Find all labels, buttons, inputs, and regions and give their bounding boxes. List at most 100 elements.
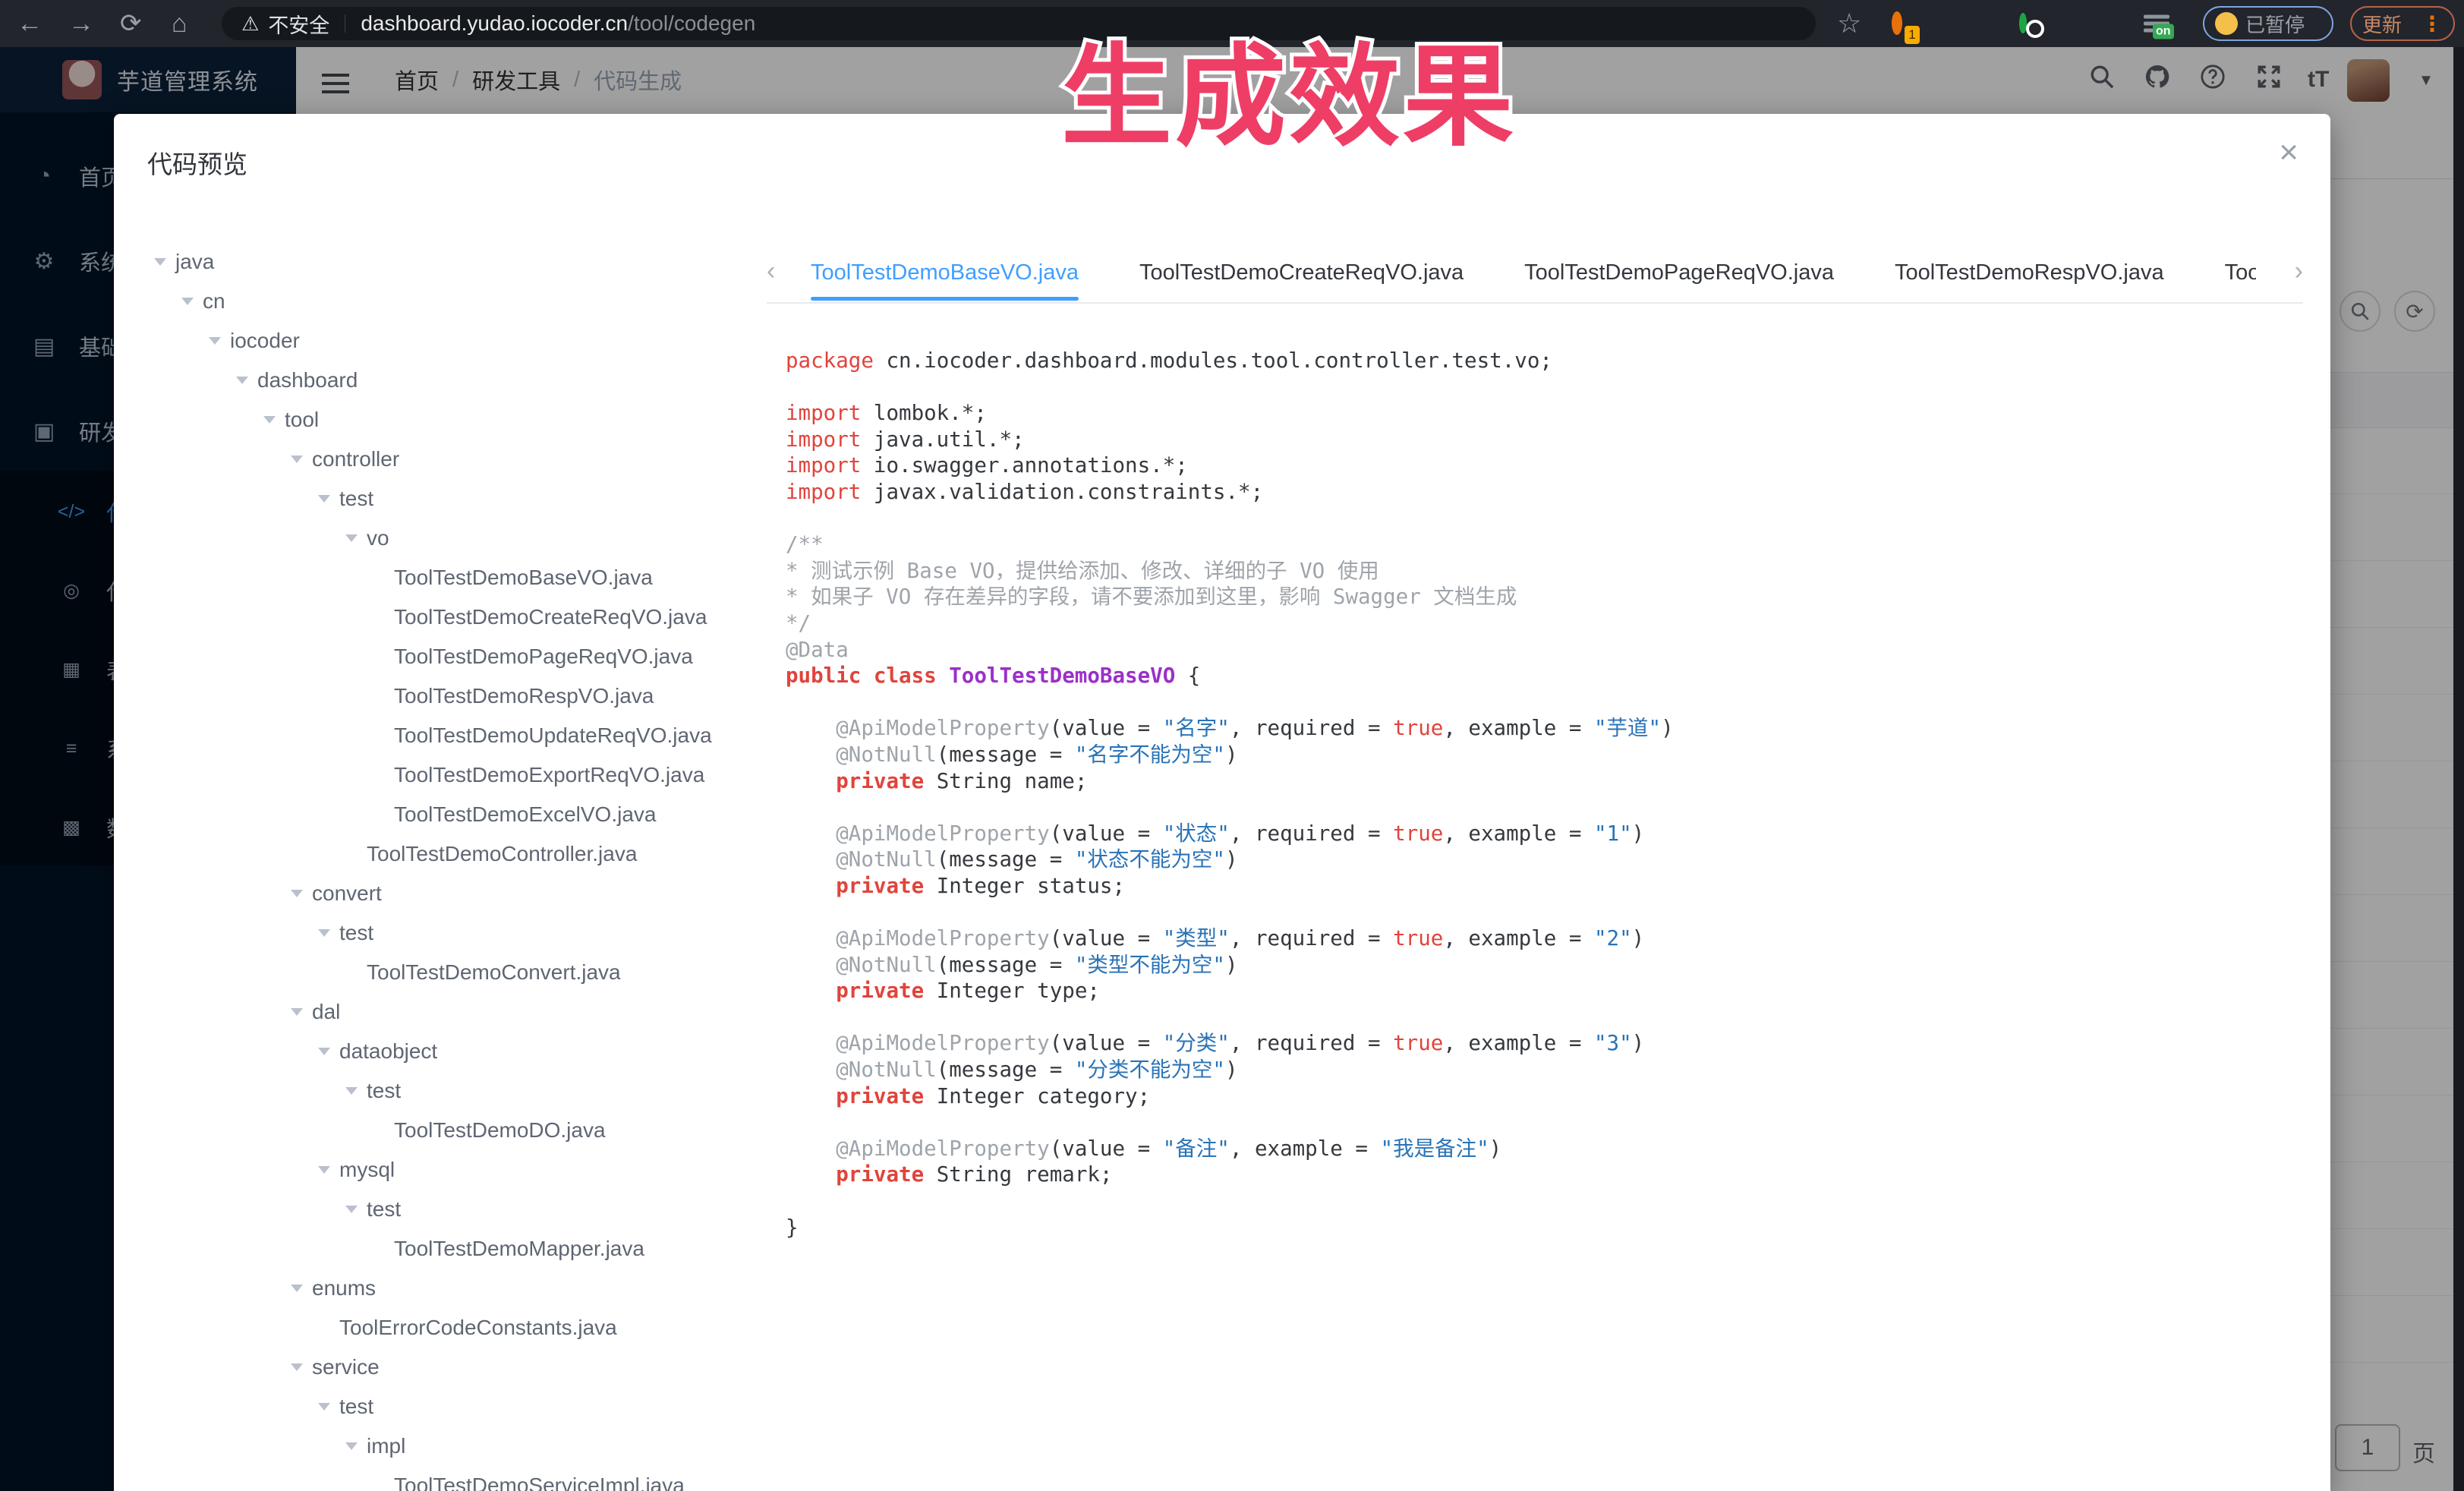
code-line: import lombok.*;	[786, 400, 2308, 427]
code-line	[786, 374, 2308, 401]
code-line	[786, 1004, 2308, 1031]
tree-node-folder[interactable]: test	[148, 1071, 751, 1111]
tree-node-folder[interactable]: vo	[148, 519, 751, 558]
code-line	[786, 1188, 2308, 1215]
tree-node-label: dataobject	[339, 1039, 437, 1064]
tree-node-folder[interactable]: dashboard	[148, 361, 751, 400]
file-tab[interactable]: ToolTe	[2225, 244, 2256, 301]
code-line	[786, 899, 2308, 925]
tree-node-file[interactable]: ToolTestDemoExcelVO.java	[148, 795, 751, 834]
close-icon[interactable]: ×	[2279, 134, 2299, 172]
tree-node-folder[interactable]: tool	[148, 400, 751, 440]
extension-green-circle-icon[interactable]	[2019, 17, 2027, 30]
file-tab[interactable]: ToolTestDemoBaseVO.java	[811, 244, 1079, 301]
tree-node-label: ToolTestDemoMapper.java	[394, 1237, 644, 1261]
code-line: private Integer type;	[786, 978, 2308, 1004]
tree-node-label: ToolTestDemoPageReqVO.java	[394, 645, 693, 669]
tabs-scroll-left-icon[interactable]: ‹	[767, 257, 775, 286]
code-line	[786, 689, 2308, 716]
tree-node-label: test	[339, 487, 373, 511]
file-tab[interactable]: ToolTestDemoRespVO.java	[1895, 244, 2164, 301]
tree-node-file[interactable]: ToolTestDemoConvert.java	[148, 953, 751, 992]
tree-node-folder[interactable]: iocoder	[148, 321, 751, 361]
tree-node-file[interactable]: ToolTestDemoUpdateReqVO.java	[148, 716, 751, 755]
tree-node-label: ToolErrorCodeConstants.java	[339, 1316, 617, 1340]
code-line: }	[786, 1215, 2308, 1241]
tree-node-folder[interactable]: dataobject	[148, 1032, 751, 1071]
extension-update-icon[interactable]: 1	[1892, 17, 1902, 30]
tree-node-file[interactable]: ToolTestDemoExportReqVO.java	[148, 755, 751, 795]
tree-node-label: ToolTestDemoConvert.java	[367, 960, 621, 985]
tree-node-folder[interactable]: enums	[148, 1269, 751, 1308]
code-line: import java.util.*;	[786, 427, 2308, 453]
tree-node-folder[interactable]: mysql	[148, 1150, 751, 1190]
tree-node-label: ToolTestDemoExportReqVO.java	[394, 763, 704, 787]
file-tabs-bar: ‹ ToolTestDemoBaseVO.java ToolTestDemoCre…	[767, 244, 2303, 304]
tree-node-label: cn	[203, 289, 225, 314]
tree-node-folder[interactable]: cn	[148, 282, 751, 321]
warning-icon: ⚠	[241, 12, 259, 36]
emoji-face-icon	[2215, 12, 2238, 35]
tree-node-file[interactable]: ToolTestDemoMapper.java	[148, 1229, 751, 1269]
browser-forward-icon[interactable]: →	[68, 11, 94, 36]
tree-node-file[interactable]: ToolTestDemoBaseVO.java	[148, 558, 751, 597]
tree-node-label: ToolTestDemoDO.java	[394, 1118, 606, 1143]
tree-node-folder[interactable]: controller	[148, 440, 751, 479]
tree-node-label: test	[339, 921, 373, 945]
url-host: dashboard.yudao.iocoder.cn	[361, 11, 628, 36]
code-preview-dialog: 代码预览 × javacniocoderdashboardtoolcontrol…	[114, 114, 2330, 1491]
code-line: public class ToolTestDemoBaseVO {	[786, 663, 2308, 689]
file-tab[interactable]: ToolTestDemoPageReqVO.java	[1524, 244, 1834, 301]
tree-node-file[interactable]: ToolTestDemoCreateReqVO.java	[148, 597, 751, 637]
tree-node-label: ToolTestDemoController.java	[367, 842, 637, 866]
tabs-scroll-right-icon[interactable]: ›	[2295, 257, 2303, 286]
tree-node-folder[interactable]: test	[148, 1387, 751, 1426]
tree-node-label: test	[367, 1197, 401, 1221]
tree-node-file[interactable]: ToolTestDemoController.java	[148, 834, 751, 874]
tree-node-label: ToolTestDemoExcelVO.java	[394, 802, 656, 827]
code-line: */	[786, 610, 2308, 637]
browser-menu-dots-icon[interactable]: ⋮	[2421, 11, 2443, 36]
code-line	[786, 794, 2308, 821]
file-tabs: ToolTestDemoBaseVO.java ToolTestDemoCreat…	[811, 244, 2256, 301]
extension-badge: 1	[1905, 26, 1920, 44]
code-line: import io.swagger.annotations.*;	[786, 452, 2308, 479]
tree-node-label: dashboard	[257, 368, 358, 392]
security-label[interactable]: 不安全	[268, 9, 329, 39]
bookmark-star-icon[interactable]: ☆	[1837, 10, 1861, 37]
tree-node-label: dal	[312, 1000, 340, 1024]
code-line: import javax.validation.constraints.*;	[786, 479, 2308, 506]
code-line: private Integer category;	[786, 1083, 2308, 1110]
tree-node-file[interactable]: ToolTestDemoServiceImpl.java	[148, 1466, 751, 1491]
tree-node-folder[interactable]: service	[148, 1348, 751, 1387]
code-line: @NotNull(message = "类型不能为空")	[786, 952, 2308, 979]
extension-list-icon[interactable]: on	[2144, 12, 2169, 36]
browser-reload-icon[interactable]: ⟳	[120, 11, 142, 36]
tree-node-file[interactable]: ToolTestDemoDO.java	[148, 1111, 751, 1150]
tree-node-folder[interactable]: test	[148, 479, 751, 519]
tree-node-folder[interactable]: dal	[148, 992, 751, 1032]
code-line: @NotNull(message = "名字不能为空")	[786, 742, 2308, 768]
extension-paused-badge[interactable]: 已暂停	[2203, 6, 2333, 41]
browser-home-icon[interactable]: ⌂	[172, 11, 187, 36]
tree-node-file[interactable]: ToolErrorCodeConstants.java	[148, 1308, 751, 1348]
tree-node-folder[interactable]: test	[148, 1190, 751, 1229]
tree-node-label: ToolTestDemoServiceImpl.java	[394, 1474, 685, 1491]
browser-update-button[interactable]: 更新 ⋮	[2350, 6, 2455, 41]
tree-node-label: mysql	[339, 1158, 395, 1182]
tree-node-file[interactable]: ToolTestDemoPageReqVO.java	[148, 637, 751, 676]
tree-node-file[interactable]: ToolTestDemoRespVO.java	[148, 676, 751, 716]
address-bar[interactable]: ⚠ 不安全 dashboard.yudao.iocoder.cn /tool/c…	[222, 7, 1816, 40]
file-tab[interactable]: ToolTestDemoCreateReqVO.java	[1139, 244, 1464, 301]
url-path: /tool/codegen	[628, 11, 755, 36]
tree-node-folder[interactable]: impl	[148, 1426, 751, 1466]
browser-scrollbar[interactable]	[2453, 47, 2464, 1491]
browser-back-icon[interactable]: ←	[17, 11, 43, 36]
code-line	[786, 506, 2308, 532]
tree-node-label: controller	[312, 447, 399, 471]
tree-node-label: convert	[312, 881, 382, 906]
tree-node-folder[interactable]: test	[148, 913, 751, 953]
tree-node-folder[interactable]: java	[148, 242, 751, 282]
tree-node-label: ToolTestDemoRespVO.java	[394, 684, 654, 708]
tree-node-folder[interactable]: convert	[148, 874, 751, 913]
